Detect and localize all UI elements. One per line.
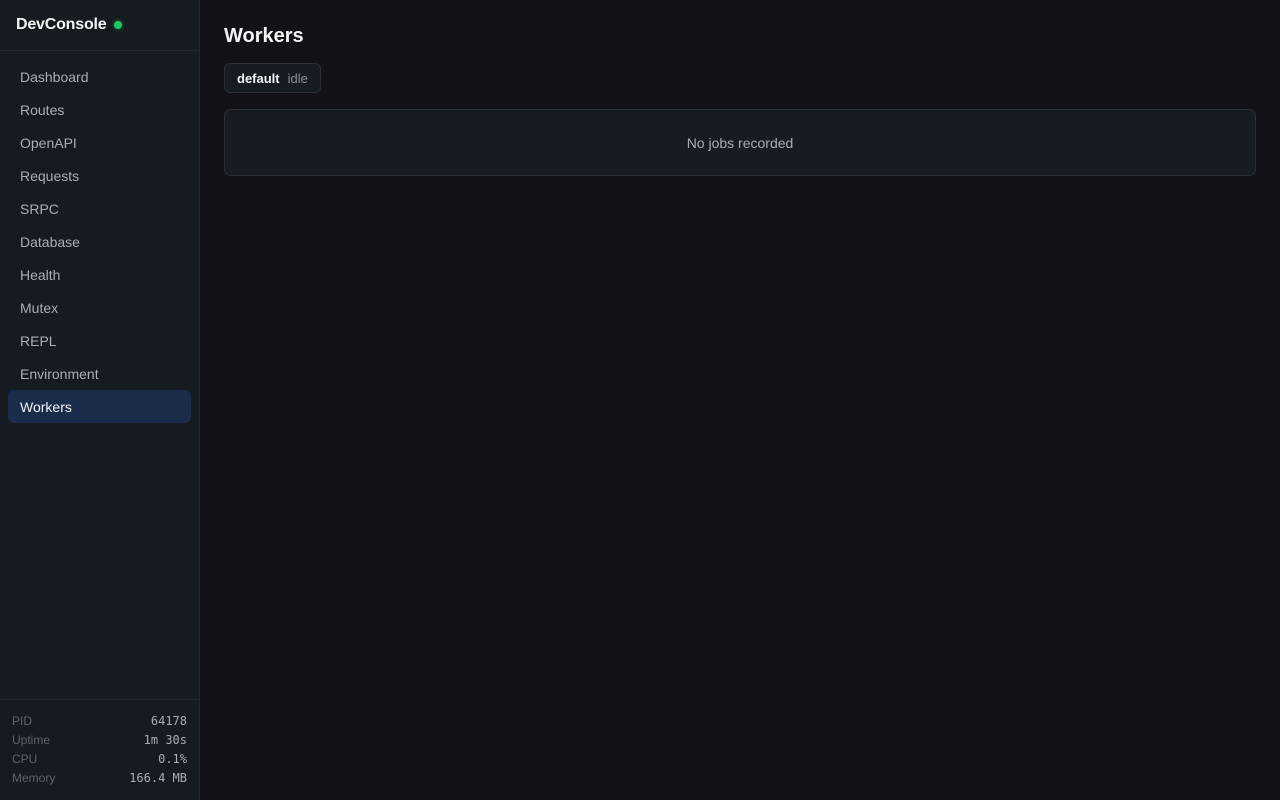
sidebar-item-requests[interactable]: Requests [8, 159, 191, 192]
sidebar-item-srpc[interactable]: SRPC [8, 192, 191, 225]
sidebar-item-health[interactable]: Health [8, 258, 191, 291]
stat-value: 166.4 MB [129, 771, 187, 785]
stat-label: CPU [12, 752, 38, 766]
stat-uptime: Uptime 1m 30s [12, 732, 187, 748]
stat-value: 64178 [150, 714, 187, 728]
status-dot-icon [114, 21, 123, 29]
stat-memory: Memory 166.4 MB [12, 770, 187, 786]
sidebar-item-routes[interactable]: Routes [8, 93, 191, 126]
app-name: DevConsole [16, 16, 107, 33]
sidebar: DevConsole Dashboard Routes OpenAPI Requ… [0, 0, 200, 800]
sidebar-nav: Dashboard Routes OpenAPI Requests SRPC D… [0, 51, 199, 699]
sidebar-item-database[interactable]: Database [8, 225, 191, 258]
process-stats: PID 64178 Uptime 1m 30s CPU 0.1% Memory … [0, 699, 199, 800]
worker-name: default [237, 70, 280, 86]
brand-header: DevConsole [0, 0, 199, 51]
worker-tabs: default idle [224, 63, 1256, 93]
sidebar-item-workers[interactable]: Workers [8, 390, 191, 423]
stat-value: 1m 30s [143, 733, 187, 747]
page-title: Workers [224, 25, 304, 47]
sidebar-item-repl[interactable]: REPL [8, 324, 191, 357]
app-root: DevConsole Dashboard Routes OpenAPI Requ… [0, 0, 1280, 800]
jobs-panel: No jobs recorded [224, 109, 1256, 176]
worker-status: idle [287, 70, 308, 86]
stat-cpu: CPU 0.1% [12, 751, 187, 767]
worker-tab-default[interactable]: default idle [224, 63, 321, 93]
empty-state-message: No jobs recorded [686, 134, 794, 151]
stat-label: Uptime [12, 733, 51, 747]
stat-pid: PID 64178 [12, 713, 187, 729]
sidebar-item-openapi[interactable]: OpenAPI [8, 126, 191, 159]
sidebar-item-environment[interactable]: Environment [8, 357, 191, 390]
sidebar-item-mutex[interactable]: Mutex [8, 291, 191, 324]
sidebar-item-dashboard[interactable]: Dashboard [8, 60, 191, 93]
stat-label: PID [12, 714, 33, 728]
main-content: Workers default idle No jobs recorded [200, 0, 1280, 800]
stat-label: Memory [12, 771, 56, 785]
stat-value: 0.1% [158, 752, 187, 766]
